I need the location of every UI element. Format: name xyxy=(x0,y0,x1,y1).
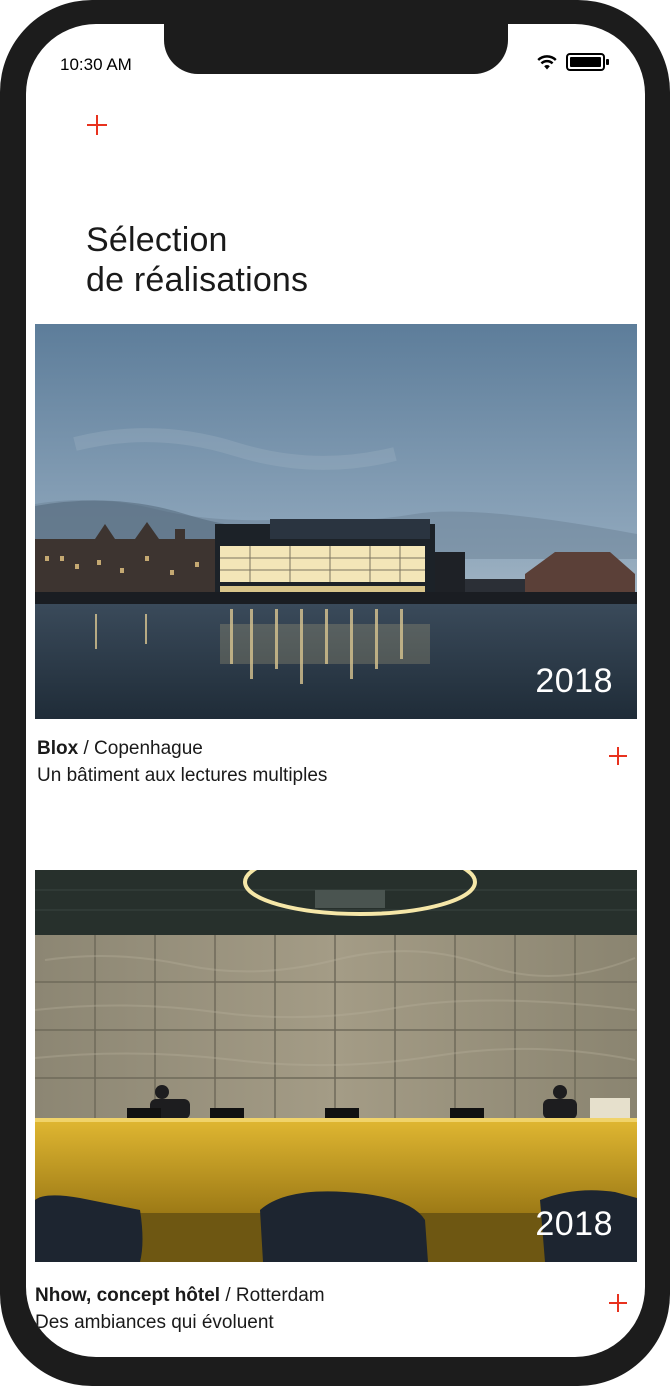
project-card[interactable]: 2018 Blox / Copenhague Un bâtiment aux l… xyxy=(35,324,637,789)
device-notch xyxy=(164,24,508,74)
project-image[interactable]: 2018 xyxy=(35,870,637,1262)
project-image[interactable]: 2018 xyxy=(35,324,637,719)
project-year: 2018 xyxy=(535,1205,613,1243)
hotel-reception-desk-image xyxy=(35,870,637,1262)
project-name: Nhow, concept hôtel xyxy=(35,1285,221,1306)
status-time: 10:30 AM xyxy=(60,55,132,74)
project-info: Nhow, concept hôtel / Rotterdam Des ambi… xyxy=(35,1282,637,1336)
project-separator: / xyxy=(220,1285,236,1306)
phone-frame: 10:30 AM Sélection de réalisations 2018 … xyxy=(0,0,670,1386)
expand-plus-icon[interactable] xyxy=(607,1292,629,1314)
page-title-line-1: Sélection xyxy=(86,221,228,259)
page-title-line-2: de réalisations xyxy=(86,261,309,299)
project-name: Blox xyxy=(37,738,79,759)
project-title: Blox / Copenhague xyxy=(37,735,637,762)
project-description: Un bâtiment aux lectures multiples xyxy=(37,765,328,786)
project-title: Nhow, concept hôtel / Rotterdam xyxy=(35,1282,637,1309)
project-card[interactable]: 2018 Nhow, concept hôtel / Rotterdam Des… xyxy=(35,870,637,1336)
battery-icon xyxy=(566,53,609,71)
page-title: Sélection de réalisations xyxy=(86,220,308,300)
expand-plus-icon[interactable] xyxy=(607,745,629,767)
project-year: 2018 xyxy=(535,662,613,700)
night-waterfront-building-image xyxy=(35,324,637,719)
project-separator: / xyxy=(78,738,95,759)
project-city: Rotterdam xyxy=(235,1285,325,1306)
wifi-icon xyxy=(537,55,557,70)
project-info: Blox / Copenhague Un bâtiment aux lectur… xyxy=(35,735,637,789)
screen: 10:30 AM Sélection de réalisations 2018 … xyxy=(26,24,645,1357)
plus-icon[interactable] xyxy=(84,112,110,138)
project-city: Copenhague xyxy=(94,738,203,759)
project-description: Des ambiances qui évoluent xyxy=(35,1312,274,1333)
